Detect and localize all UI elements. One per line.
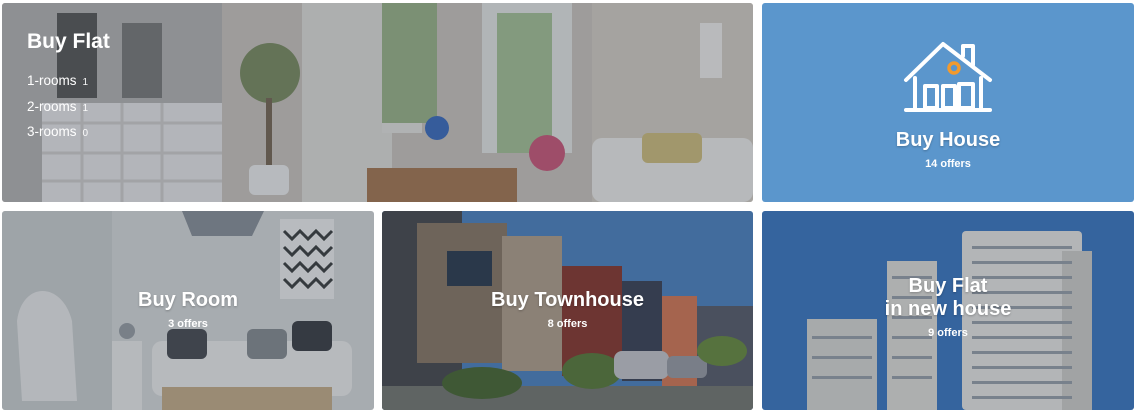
rooms-link-2[interactable]: 2-rooms 1 — [27, 99, 88, 125]
rooms-link-3[interactable]: 3-rooms 0 — [27, 124, 88, 150]
buy-house-tile[interactable]: Buy House 14 offers — [762, 3, 1134, 202]
rooms-count: 1 — [82, 102, 89, 114]
buy-room-offers: 3 offers — [168, 318, 208, 330]
rooms-label: 1-rooms — [27, 73, 77, 88]
buy-townhouse-label-group: Buy Townhouse 8 offers — [382, 289, 753, 330]
rooms-label: 3-rooms — [27, 124, 77, 139]
buy-flat-new-offers: 9 offers — [928, 327, 968, 339]
buy-flat-new-house-tile[interactable]: Buy Flat in new house 9 offers — [762, 211, 1134, 410]
rooms-list: 1-rooms 1 2-rooms 1 3-rooms 0 — [27, 73, 88, 150]
rooms-count: 0 — [82, 128, 89, 139]
rooms-link-1[interactable]: 1-rooms 1 — [27, 73, 88, 99]
buy-flat-title: Buy Flat — [27, 30, 110, 53]
rooms-count: 1 — [82, 77, 89, 88]
buy-room-tile[interactable]: Buy Room 3 offers — [2, 211, 374, 410]
house-icon — [904, 42, 992, 112]
buy-townhouse-offers: 8 offers — [547, 318, 588, 330]
buy-flat-new-label-group: Buy Flat in new house 9 offers — [762, 275, 1134, 339]
buy-house-title: Buy House — [895, 129, 1001, 151]
buy-townhouse-title: Buy Townhouse — [491, 289, 644, 311]
buy-room-title: Buy Room — [138, 289, 238, 311]
buy-room-label-group: Buy Room 3 offers — [2, 289, 374, 330]
buy-flat-new-title-line1: Buy Flat — [908, 275, 988, 297]
rooms-label: 2-rooms — [27, 98, 77, 114]
buy-house-offers: 14 offers — [925, 158, 971, 170]
image-overlay — [2, 3, 753, 202]
buy-flat-new-title-line2: in new house — [884, 298, 1012, 320]
buy-house-label-group: Buy House 14 offers — [762, 129, 1134, 170]
buy-flat-tile[interactable]: Buy Flat 1-rooms 1 2-rooms 1 3-rooms 0 — [2, 3, 753, 202]
buy-townhouse-tile[interactable]: Buy Townhouse 8 offers — [382, 211, 753, 410]
